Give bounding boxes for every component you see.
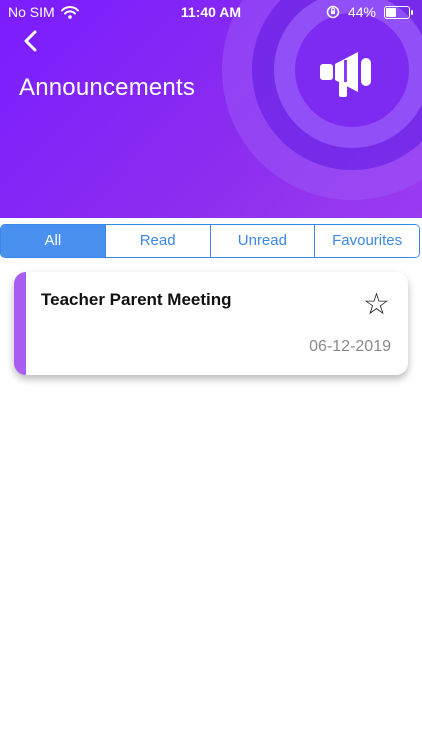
announcement-title: Teacher Parent Meeting — [41, 290, 232, 309]
tab-all[interactable]: All — [1, 225, 105, 257]
tab-unread[interactable]: Unread — [209, 225, 315, 257]
card-accent-stripe — [14, 272, 26, 375]
announcement-card[interactable]: Teacher Parent Meeting ☆ 06-12-2019 — [14, 272, 408, 375]
filter-tabs: All Read Unread Favourites — [0, 224, 420, 258]
tab-read[interactable]: Read — [104, 225, 210, 257]
battery-percent: 44% — [347, 4, 376, 20]
chevron-left-icon — [24, 30, 37, 52]
status-bar: No SIM 11:40 AM 44% — [0, 0, 422, 24]
page-title: Announcements — [19, 74, 196, 101]
announcement-date: 06-12-2019 — [309, 338, 391, 355]
back-button[interactable] — [18, 28, 44, 54]
star-outline-icon[interactable]: ☆ — [363, 290, 390, 320]
orientation-lock-icon — [326, 5, 340, 19]
tab-favourites[interactable]: Favourites — [314, 225, 419, 257]
megaphone-icon — [320, 52, 371, 97]
battery-icon — [384, 5, 413, 19]
header: No SIM 11:40 AM 44% Announcements — [0, 0, 422, 218]
